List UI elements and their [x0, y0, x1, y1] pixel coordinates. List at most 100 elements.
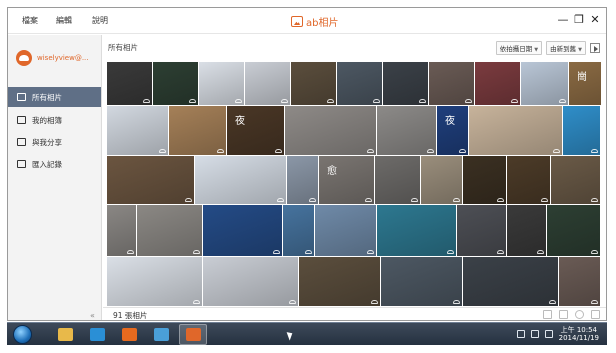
- share-icon[interactable]: [575, 310, 584, 319]
- messenger-icon: [153, 328, 169, 341]
- collapse-sidebar-button[interactable]: «: [90, 311, 95, 320]
- account[interactable]: wiselyview@...: [16, 50, 89, 66]
- volume-icon[interactable]: [544, 330, 553, 338]
- sidebar-item-my-albums[interactable]: 我的相簿: [8, 110, 101, 130]
- photo-thumbnail[interactable]: 夜: [227, 106, 285, 156]
- app-title: ab相片: [291, 14, 338, 29]
- clock-date: 2014/11/19: [558, 334, 599, 342]
- photo-thumbnail[interactable]: [421, 156, 463, 205]
- copy-icon[interactable]: [543, 310, 552, 319]
- cloud-sync-icon: [217, 149, 224, 153]
- photo-thumbnail[interactable]: [377, 106, 437, 156]
- ab-photos-icon: [185, 328, 201, 341]
- cloud-sync-icon: [235, 99, 242, 103]
- cloud-sync-icon: [453, 198, 460, 202]
- taskbar-messenger-button[interactable]: [147, 324, 175, 345]
- cloud-sync-icon: [273, 250, 280, 254]
- start-button[interactable]: [13, 325, 32, 344]
- photo-thumbnail[interactable]: [283, 205, 315, 257]
- toolbar: 依拍攝日期 ▼ 由新到舊 ▼: [495, 41, 600, 55]
- photo-thumbnail[interactable]: [377, 205, 457, 257]
- photo-thumbnail[interactable]: [559, 257, 601, 307]
- photo-thumbnail[interactable]: [337, 62, 383, 106]
- photo-thumbnail[interactable]: [107, 257, 203, 307]
- photo-thumbnail[interactable]: [457, 205, 507, 257]
- chevron-down-icon: ▼: [578, 47, 582, 53]
- sidebar-item-label: 與我分享: [32, 137, 62, 147]
- clock[interactable]: 上午 10:54 2014/11/19: [559, 326, 599, 342]
- photo-thumbnail[interactable]: 夜: [437, 106, 469, 156]
- photo-thumbnail[interactable]: [383, 62, 429, 106]
- photo-thumbnail[interactable]: [475, 62, 521, 106]
- cloud-sync-icon: [459, 149, 466, 153]
- photo-thumbnail[interactable]: [169, 106, 227, 156]
- cloud-sync-icon: [309, 198, 316, 202]
- slideshow-button[interactable]: [590, 43, 600, 53]
- photo-thumbnail[interactable]: [245, 62, 291, 106]
- sidebar-item-import-history[interactable]: 匯入記錄: [8, 154, 101, 174]
- album-icon: [17, 116, 26, 124]
- photo-thumbnail[interactable]: [137, 205, 203, 257]
- cloud-sync-icon: [193, 250, 200, 254]
- photo-thumbnail[interactable]: 崗: [569, 62, 601, 106]
- status-bar: 91 張相片: [103, 307, 606, 320]
- section-title: 所有相片: [108, 43, 138, 52]
- sort-order-dropdown[interactable]: 由新到舊 ▼: [546, 41, 586, 55]
- photo-thumbnail[interactable]: [469, 106, 563, 156]
- cloud-sync-icon: [541, 198, 548, 202]
- menu-help[interactable]: 說明: [92, 15, 108, 26]
- photo-thumbnail[interactable]: [199, 62, 245, 106]
- photo-thumbnail[interactable]: [107, 62, 153, 106]
- photo-thumbnail[interactable]: [507, 156, 551, 205]
- history-icon: [17, 160, 26, 168]
- menu-edit[interactable]: 編輯: [56, 15, 72, 26]
- taskbar-ie-button[interactable]: [83, 324, 111, 345]
- cloud-sync-icon: [373, 99, 380, 103]
- photo-thumbnail[interactable]: [315, 205, 377, 257]
- restore-button[interactable]: ❐: [572, 13, 586, 27]
- trash-icon[interactable]: [559, 310, 568, 319]
- photo-thumbnail[interactable]: [203, 205, 283, 257]
- photo-thumbnail[interactable]: [375, 156, 421, 205]
- photo-thumbnail[interactable]: [195, 156, 287, 205]
- taskbar-explorer-button[interactable]: [51, 324, 79, 345]
- photo-thumbnail[interactable]: [107, 156, 195, 205]
- network-icon[interactable]: [516, 330, 525, 338]
- cloud-sync-icon: [185, 198, 192, 202]
- photo-thumbnail[interactable]: [287, 156, 319, 205]
- photo-thumbnail[interactable]: [381, 257, 463, 307]
- photo-thumbnail[interactable]: [463, 156, 507, 205]
- photo-thumbnail[interactable]: [547, 205, 601, 257]
- photo-thumbnail[interactable]: [203, 257, 299, 307]
- taskbar-ab-photos-button[interactable]: [179, 324, 207, 345]
- close-button[interactable]: ✕: [588, 13, 602, 27]
- sort-by-dropdown[interactable]: 依拍攝日期 ▼: [495, 41, 543, 55]
- export-icon[interactable]: [591, 310, 600, 319]
- photo-thumbnail[interactable]: [563, 106, 601, 156]
- cloud-sync-icon: [497, 250, 504, 254]
- photo-thumbnail[interactable]: [507, 205, 547, 257]
- photo-thumbnail[interactable]: [107, 106, 169, 156]
- flag-icon[interactable]: [530, 330, 539, 338]
- system-tray: 上午 10:54 2014/11/19: [516, 326, 599, 342]
- cloud-sync-icon: [371, 300, 378, 304]
- photo-thumbnail[interactable]: 愈: [319, 156, 375, 205]
- minimize-button[interactable]: —: [556, 13, 570, 27]
- photo-thumbnail[interactable]: [153, 62, 199, 106]
- sidebar: wiselyview@... 所有相片 我的相簿 與我分享 匯入記錄 «: [8, 35, 102, 320]
- photo-thumbnail[interactable]: [285, 106, 377, 156]
- photo-thumbnail[interactable]: [551, 156, 601, 205]
- menu-file[interactable]: 檔案: [22, 15, 38, 26]
- sidebar-item-all-photos[interactable]: 所有相片: [8, 87, 101, 107]
- photo-thumbnail[interactable]: [299, 257, 381, 307]
- photo-thumbnail[interactable]: [291, 62, 337, 106]
- taskbar-firefox-button[interactable]: [115, 324, 143, 345]
- photo-thumbnail[interactable]: [107, 205, 137, 257]
- photo-overlay-text: 愈: [327, 166, 337, 177]
- sidebar-item-shared-with-me[interactable]: 與我分享: [8, 132, 101, 152]
- app-title-label: ab相片: [306, 18, 339, 29]
- photo-thumbnail[interactable]: [521, 62, 569, 106]
- photo-count: 91 張相片: [113, 311, 148, 320]
- photo-thumbnail[interactable]: [463, 257, 559, 307]
- photo-thumbnail[interactable]: [429, 62, 475, 106]
